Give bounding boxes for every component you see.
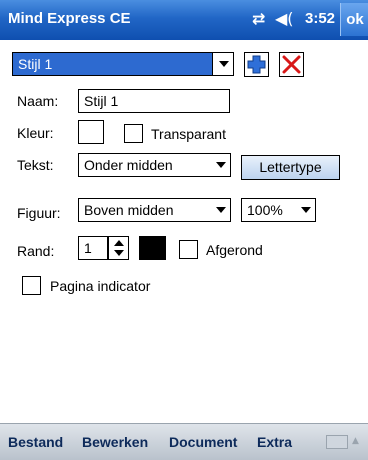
chevron-down-icon bbox=[301, 207, 311, 213]
chevron-down-icon bbox=[219, 61, 229, 67]
chevron-down-icon bbox=[216, 207, 226, 213]
figuur-select[interactable]: Boven midden bbox=[78, 198, 231, 222]
tekst-select-value: Onder midden bbox=[84, 157, 173, 173]
ok-button[interactable]: ok bbox=[340, 3, 368, 36]
menu-document[interactable]: Document bbox=[169, 434, 237, 450]
rand-stepper[interactable] bbox=[108, 236, 129, 260]
rand-label: Rand: bbox=[17, 243, 55, 259]
delete-style-button[interactable] bbox=[279, 52, 304, 77]
menu-bestand[interactable]: Bestand bbox=[8, 434, 63, 450]
chevron-down-icon bbox=[216, 162, 226, 168]
pagina-indicator-label: Pagina indicator bbox=[50, 278, 151, 294]
plus-icon bbox=[247, 55, 266, 74]
style-select[interactable]: Stijl 1 bbox=[12, 52, 234, 76]
rand-color-swatch[interactable] bbox=[139, 236, 166, 260]
figuur-label: Figuur: bbox=[17, 205, 61, 221]
tekst-select[interactable]: Onder midden bbox=[78, 153, 231, 177]
transparant-checkbox[interactable] bbox=[124, 124, 143, 143]
afgerond-checkbox[interactable] bbox=[179, 240, 198, 259]
lettertype-button-label: Lettertype bbox=[259, 159, 322, 175]
title-bar: Mind Express CE ⇄ ◀( 3:52 ok bbox=[0, 0, 368, 40]
add-style-button[interactable] bbox=[244, 52, 269, 77]
red-x-icon bbox=[282, 55, 301, 74]
speaker-icon[interactable]: ◀( bbox=[275, 9, 294, 28]
menu-extra[interactable]: Extra bbox=[257, 434, 292, 450]
clock[interactable]: 3:52 bbox=[305, 10, 335, 27]
rand-input[interactable]: 1 bbox=[78, 236, 108, 260]
transparant-label: Transparant bbox=[151, 126, 226, 142]
naam-input-value: Stijl 1 bbox=[84, 93, 119, 109]
pagina-indicator-checkbox[interactable] bbox=[22, 276, 41, 295]
lettertype-button[interactable]: Lettertype bbox=[241, 155, 340, 180]
menu-bar: Bestand Bewerken Document Extra ▲ bbox=[0, 423, 368, 460]
zoom-select-value: 100% bbox=[247, 202, 283, 218]
keyboard-toggle-arrow-icon[interactable]: ▲ bbox=[352, 436, 359, 446]
figuur-select-value: Boven midden bbox=[84, 202, 174, 218]
keyboard-icon[interactable] bbox=[326, 435, 348, 449]
naam-label: Naam: bbox=[17, 93, 59, 109]
stepper-down-icon[interactable] bbox=[114, 250, 124, 256]
rand-input-value: 1 bbox=[84, 240, 92, 256]
kleur-label: Kleur: bbox=[17, 125, 54, 141]
stepper-up-icon[interactable] bbox=[114, 240, 124, 246]
naam-input[interactable]: Stijl 1 bbox=[78, 89, 230, 113]
afgerond-label: Afgerond bbox=[206, 242, 263, 258]
zoom-select[interactable]: 100% bbox=[241, 198, 316, 222]
menu-bewerken[interactable]: Bewerken bbox=[82, 434, 148, 450]
kleur-color-swatch[interactable] bbox=[78, 120, 104, 144]
app-title: Mind Express CE bbox=[8, 10, 131, 27]
sync-arrows-icon[interactable]: ⇄ bbox=[252, 9, 265, 28]
style-select-dropdown[interactable] bbox=[212, 53, 233, 75]
style-select-value: Stijl 1 bbox=[18, 56, 53, 72]
tekst-label: Tekst: bbox=[17, 157, 54, 173]
